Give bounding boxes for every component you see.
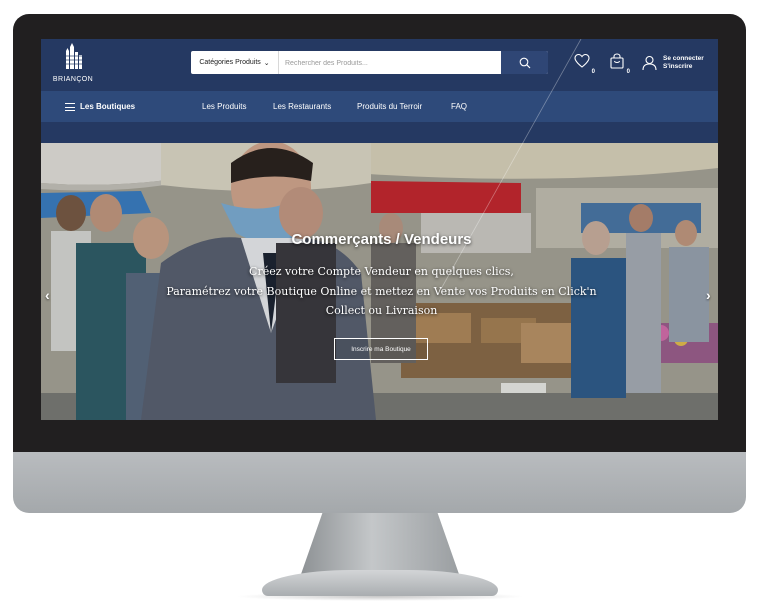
nav-restaurants[interactable]: Les Restaurants [273, 102, 331, 111]
brand-logo[interactable]: BRIANÇON [52, 43, 94, 85]
wishlist-button[interactable]: 0 [574, 53, 595, 75]
hero-text-line-2: Paramétrez votre Boutique Online et mett… [166, 285, 597, 298]
login-label: Se connecter [663, 55, 704, 62]
cart-button[interactable]: 0 [609, 53, 630, 75]
chevron-down-icon: ⌄ [263, 59, 270, 67]
signup-label: S'inscrire [663, 63, 693, 70]
cart-count: 0 [626, 69, 630, 75]
register-shop-button[interactable]: Inscrire ma Boutique [334, 338, 428, 360]
hero-overlay [41, 143, 718, 420]
monitor-chin [13, 452, 746, 513]
nav-shops[interactable]: Les Boutiques [80, 102, 135, 111]
login-text: Se connecter S'inscrire [663, 55, 704, 71]
search-icon [519, 57, 530, 68]
monitor-stand-neck [300, 513, 460, 577]
hero-text-line-1: Créez votre Compte Vendeur en quelques c… [249, 265, 514, 278]
search-button[interactable] [501, 51, 548, 74]
login-link[interactable]: Se connecter S'inscrire [642, 52, 704, 74]
category-dropdown-label: Catégories Produits [199, 59, 261, 66]
heart-icon [574, 53, 590, 68]
hero-text-line-3: Collect ou Livraison [325, 304, 438, 317]
search-bar: Catégories Produits ⌄ [191, 51, 548, 74]
nav-products[interactable]: Les Produits [202, 102, 246, 111]
hero-slider: Commerçants / Vendeurs Créez votre Compt… [41, 143, 718, 420]
chevron-left-icon[interactable]: ‹ [45, 287, 50, 303]
wishlist-count: 0 [591, 69, 595, 75]
search-input[interactable] [283, 55, 492, 71]
header-subbar [41, 122, 718, 143]
chevron-right-icon[interactable]: › [706, 287, 711, 303]
nav-local-products[interactable]: Produits du Terroir [357, 102, 422, 111]
castle-logo-icon [66, 43, 82, 69]
hero-title: Commerçants / Vendeurs [291, 231, 472, 248]
hamburger-icon[interactable] [65, 103, 75, 111]
website-screen: BRIANÇON Catégories Produits ⌄ 0 0 [41, 39, 718, 420]
category-dropdown[interactable]: Catégories Produits ⌄ [191, 51, 279, 74]
brand-name: BRIANÇON [52, 76, 94, 83]
shopping-bag-icon [610, 53, 624, 69]
nav-faq[interactable]: FAQ [451, 102, 467, 111]
user-icon [642, 55, 657, 71]
monitor-stand-base [262, 570, 498, 596]
